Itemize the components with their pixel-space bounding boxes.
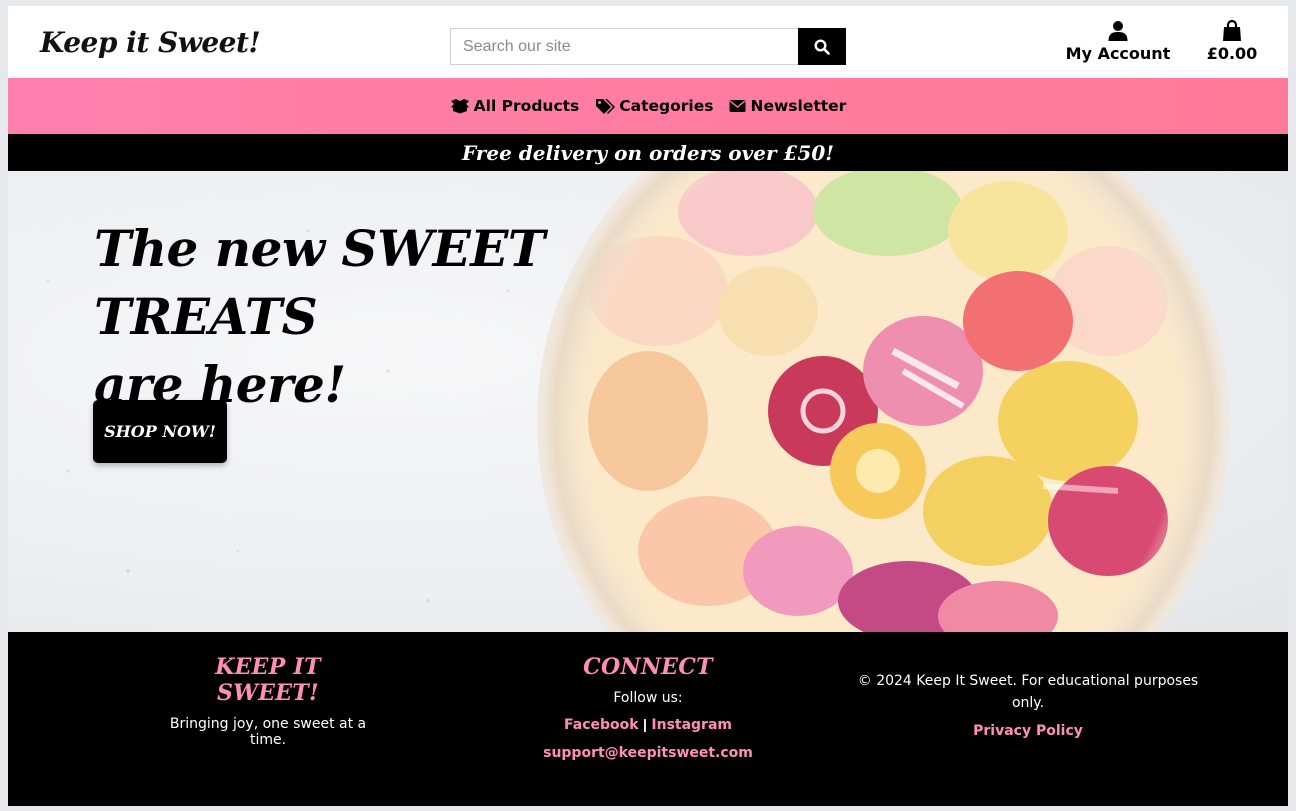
footer-legal: © 2024 Keep It Sweet. For educational pu… (848, 670, 1208, 740)
shopping-bag-icon (1223, 20, 1241, 41)
nav-label: All Products (473, 97, 580, 115)
site-logo[interactable]: Keep it Sweet! (40, 26, 261, 59)
boxes-icon (450, 99, 469, 114)
envelope-icon (729, 100, 746, 112)
privacy-policy-link[interactable]: Privacy Policy (973, 723, 1083, 739)
hero-title-line1: The new SWEET TREATS (94, 219, 545, 346)
user-icon (1108, 21, 1128, 41)
footer-connect-heading: CONNECT (583, 654, 713, 680)
support-email-link[interactable]: support@keepitsweet.com (543, 745, 753, 761)
tags-icon (596, 99, 616, 114)
instagram-link[interactable]: Instagram (651, 717, 732, 733)
search-input[interactable] (450, 28, 798, 65)
search-icon (814, 38, 830, 55)
nav-newsletter[interactable]: Newsletter (729, 97, 846, 115)
footer-tagline: Bringing joy, one sweet at a time. (169, 716, 367, 748)
page: Keep it Sweet! My Account £0.00 (8, 6, 1288, 806)
bag-total: £0.00 (1206, 44, 1258, 63)
promo-banner: Free delivery on orders over £50! (8, 134, 1288, 171)
footer-connect: CONNECT Follow us: Facebook | Instagram … (528, 654, 768, 762)
nav-label: Newsletter (750, 97, 847, 115)
social-links: Facebook | Instagram (528, 716, 768, 734)
hero-title: The new SWEET TREATS are here! (94, 215, 694, 419)
shop-now-button[interactable]: SHOP NOW! (93, 400, 227, 463)
hero-section: The new SWEET TREATS are here! SHOP NOW! (8, 171, 1288, 632)
main-nav: All Products Categories Newsletter (8, 78, 1288, 134)
footer-brand: KEEP IT SWEET! Bringing joy, one sweet a… (168, 654, 368, 748)
site-footer: KEEP IT SWEET! Bringing joy, one sweet a… (8, 632, 1288, 806)
site-header: Keep it Sweet! My Account £0.00 (8, 6, 1288, 78)
footer-brand-heading: KEEP IT SWEET! (215, 654, 321, 706)
facebook-link[interactable]: Facebook (564, 717, 639, 733)
search-button[interactable] (798, 28, 846, 65)
search-form (450, 28, 846, 65)
shopping-bag-link[interactable]: £0.00 (1196, 20, 1268, 63)
nav-all-products[interactable]: All Products (450, 97, 580, 115)
nav-label: Categories (619, 97, 714, 115)
link-separator: | (643, 716, 647, 732)
my-account-link[interactable]: My Account (1063, 20, 1173, 63)
nav-categories[interactable]: Categories (595, 97, 713, 115)
follow-us-label: Follow us: (613, 690, 683, 706)
account-label: My Account (1065, 44, 1171, 63)
copyright-text: © 2024 Keep It Sweet. For educational pu… (857, 673, 1199, 711)
